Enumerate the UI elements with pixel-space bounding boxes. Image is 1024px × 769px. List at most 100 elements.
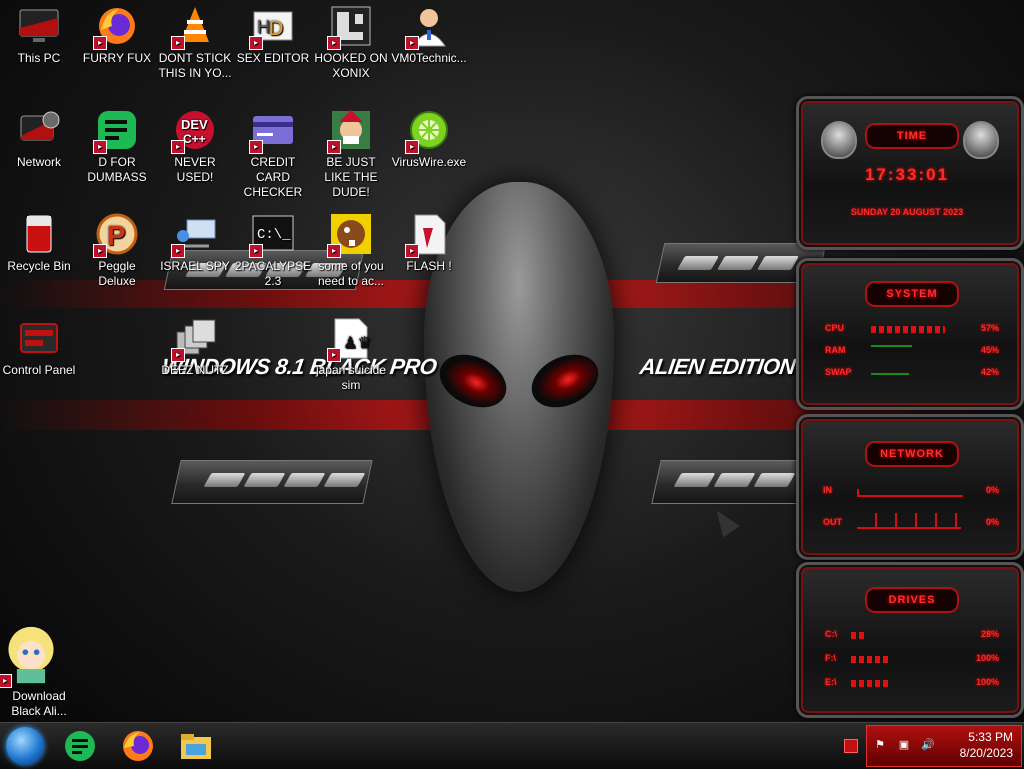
desktop-icon[interactable]: C:\_ ▸ 2PACALYPSE 2.3 (234, 212, 312, 289)
terminal-icon: C:\_ ▸ (249, 212, 295, 258)
show-hidden-icons-icon[interactable] (844, 739, 858, 753)
desktop-icon[interactable]: This PC (0, 4, 78, 66)
system-row-ram: RAM 45% (825, 345, 999, 359)
xonix-game-icon: ▸ (327, 4, 373, 50)
shortcut-arrow-icon: ▸ (249, 140, 263, 154)
svg-text:DEV: DEV (181, 117, 208, 132)
desktop-icon[interactable]: Network (0, 108, 78, 170)
desktop-icon-label: CREDIT CARD CHECKER (243, 155, 303, 199)
desktop-icon-label: D FOR DUMBASS (87, 155, 147, 184)
drive-letter: E:\ (825, 677, 837, 687)
desktop-icon[interactable]: ▸ ISRAEL SPY (156, 212, 234, 274)
drive-usage-bar (851, 656, 889, 663)
green-chat-icon (65, 731, 95, 761)
desktop-icon-label: VM0Technic... (391, 51, 467, 65)
shortcut-arrow-icon: ▸ (405, 244, 419, 258)
network-in-graph (857, 489, 963, 497)
shortcut-arrow-icon: ▸ (171, 244, 185, 258)
flash-file-icon: ▸ (405, 212, 451, 258)
gadget-clock-time: 17:33:01 (864, 165, 950, 184)
shortcut-arrow-icon: ▸ (93, 244, 107, 258)
taskbar-clock-date: 8/20/2023 (959, 746, 1013, 760)
desktop-icon-label: Peggle Deluxe (98, 259, 136, 288)
start-orb-icon[interactable] (6, 727, 44, 765)
shortcut-arrow-icon: ▸ (405, 140, 419, 154)
desktop-icon[interactable]: ▸ FLASH ! (390, 212, 468, 274)
desktop-icon[interactable]: ▸ some of you need to ac... (312, 212, 390, 289)
shortcut-arrow-icon: ▸ (93, 140, 107, 154)
desktop-icon[interactable]: ▸ D FOR DUMBASS (78, 108, 156, 185)
desktop-icon-label: some of you need to ac... (317, 259, 385, 288)
desktop-icon-label: DONT STICK THIS IN YO... (158, 51, 232, 80)
system-row-label: RAM (825, 345, 846, 355)
drives-gadget-header: DRIVES (865, 587, 959, 613)
system-gadget[interactable]: SYSTEM CPU 57% RAM 45% SWAP 42% (796, 258, 1024, 410)
system-row-swap: SWAP 42% (825, 367, 999, 381)
desktop-icon[interactable]: Recycle Bin (0, 212, 78, 274)
desktop-icon-label: 2PACALYPSE 2.3 (234, 259, 312, 288)
taskbar-explorer-app[interactable] (178, 728, 214, 764)
drive-usage-bar (851, 632, 865, 639)
beaver-icon: ▸ (327, 212, 373, 258)
network-out-label: OUT (823, 517, 842, 527)
drive-letter: F:\ (825, 653, 836, 663)
desktop-icon-label: japan suicide sim (315, 363, 387, 392)
desktop-icon[interactable]: ▸ FURRY FUX (78, 4, 156, 66)
taskbar-chat-app[interactable] (62, 728, 98, 764)
shortcut-arrow-icon: ▸ (327, 348, 341, 362)
elf-character-icon: ▸ (327, 108, 373, 154)
metal-plate (171, 460, 373, 504)
cartoon-girl-icon: ▸ (0, 624, 62, 688)
system-gadget-header: SYSTEM (865, 281, 959, 307)
taskbar-clock[interactable]: 5:33 PM 8/20/2023 (960, 729, 1013, 761)
shortcut-arrow-icon: ▸ (171, 36, 185, 50)
network-gadget-header: NETWORK (865, 441, 959, 467)
desktop-icon[interactable]: ▸ Download Black Ali... (0, 624, 78, 719)
desktop-icon[interactable]: Control Panel (0, 316, 78, 378)
gadget-clock-date: SUNDAY 20 AUGUST 2023 (850, 207, 964, 217)
network-tray-icon[interactable]: ▣ (897, 738, 911, 752)
drive-usage-value: 100% (975, 677, 999, 687)
lime-icon: ▸ (405, 108, 451, 154)
green-chat-icon: ▸ (93, 108, 139, 154)
desktop-icon-label: Control Panel (2, 363, 76, 377)
drives-gadget[interactable]: DRIVES C:\ 28% F:\ 100% E:\ 100% (796, 562, 1024, 718)
desktop-icon-label: NEVER USED! (174, 155, 216, 184)
system-row-value: 57% (980, 323, 999, 333)
desktop-icon[interactable]: ♟♛ ▸ japan suicide sim (312, 316, 390, 393)
desktop-icon[interactable]: ▸ CREDIT CARD CHECKER (234, 108, 312, 200)
alien-eye-right (523, 344, 607, 418)
time-gadget[interactable]: TIME 17:33:01 SUNDAY 20 AUGUST 2023 (796, 96, 1024, 250)
credit-card-icon: ▸ (249, 108, 295, 154)
alien-skull-icon (963, 121, 999, 159)
network-out-graph (857, 513, 961, 529)
taskbar-firefox-app[interactable] (120, 728, 156, 764)
shortcut-arrow-icon: ▸ (249, 244, 263, 258)
desktop-icon[interactable]: ▸ HOOKED ON XONIX (312, 4, 390, 81)
desktop-icon[interactable]: ▸ DEEZ NUTZ (156, 316, 234, 378)
shortcut-arrow-icon: ▸ (327, 140, 341, 154)
shortcut-arrow-icon: ▸ (171, 348, 185, 362)
file-explorer-icon (181, 734, 211, 759)
network-out-value: 0% (985, 517, 999, 527)
desktop-icon[interactable]: P ▸ Peggle Deluxe (78, 212, 156, 289)
recycle-bin-icon (17, 212, 61, 256)
desktop-icon-label: HOOKED ON XONIX (314, 51, 388, 80)
svg-text:C++: C++ (183, 132, 206, 146)
volume-icon[interactable]: 🔊 (921, 738, 935, 752)
network-in-row: IN 0% (823, 485, 999, 499)
desktop-icon[interactable]: ▸ VM0Technic... (390, 4, 468, 66)
system-tray: ⚑ ▣ 🔊 5:33 PM 8/20/2023 (866, 725, 1022, 767)
desktop-icon[interactable]: H D ▸ SEX EDITOR (234, 4, 312, 66)
network-gadget[interactable]: NETWORK IN 0% OUT 0% (796, 414, 1024, 560)
firefox-icon (123, 731, 153, 761)
desktop-icon[interactable]: ▸ BE JUST LIKE THE DUDE! (312, 108, 390, 200)
desktop-icon[interactable]: ▸ VirusWire.exe (390, 108, 468, 170)
taskbar-clock-time: 5:33 PM (968, 730, 1013, 744)
desktop-icon-label: Recycle Bin (7, 259, 71, 273)
desktop-icon[interactable]: ▸ DONT STICK THIS IN YO... (156, 4, 234, 81)
shortcut-arrow-icon: ▸ (171, 140, 185, 154)
desktop-icon[interactable]: DEV C++ ▸ NEVER USED! (156, 108, 234, 185)
flag-icon[interactable]: ⚑ (873, 738, 887, 752)
desktop-icon-label: Download Black Ali... (11, 689, 67, 718)
